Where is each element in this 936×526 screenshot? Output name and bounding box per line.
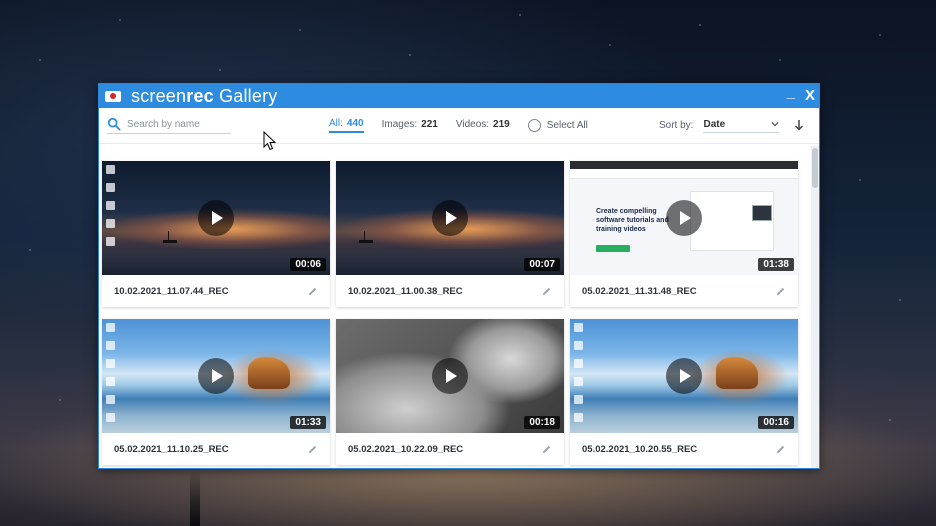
screenrec-logo-icon [105, 90, 121, 102]
recording-name: 05.02.2021_10.20.55_REC [582, 443, 698, 455]
desktop-icons [106, 165, 118, 246]
chevron-down-icon [771, 121, 780, 127]
mouse-cursor-icon [263, 131, 277, 151]
sailboat-silhouette [163, 231, 180, 243]
recording-thumbnail: 00:18 [336, 319, 564, 433]
play-icon[interactable] [432, 200, 468, 236]
desktop-tree-silhouette [190, 470, 200, 526]
toolbar: All: 440 Images: 221 Videos: 219 Select … [99, 108, 819, 144]
desktop-icons [106, 323, 118, 422]
sea-arch-rock [248, 357, 290, 389]
recording-card[interactable]: 01:33 05.02.2021_11.10.25_REC [102, 319, 330, 465]
pencil-icon[interactable] [775, 444, 786, 455]
filter-tabs: All: 440 Images: 221 Videos: 219 Select … [329, 118, 588, 133]
pencil-icon[interactable] [541, 286, 552, 297]
webpage-nav [570, 169, 798, 179]
duration-badge: 00:18 [524, 416, 560, 429]
filter-videos-label: Videos: [455, 119, 490, 130]
select-all-toggle[interactable]: Select All [527, 119, 588, 132]
filter-all[interactable]: All: 440 [329, 118, 364, 133]
recording-name: 05.02.2021_11.31.48_REC [582, 285, 697, 297]
desktop-icons [574, 323, 586, 422]
filter-images[interactable]: Images: 221 [382, 119, 438, 132]
window-title: screenrec Gallery [131, 86, 278, 107]
browser-chrome [570, 161, 798, 169]
scrollbar-track[interactable] [811, 146, 819, 468]
duration-badge: 00:07 [524, 258, 560, 271]
search-icon[interactable] [107, 117, 121, 131]
minimize-button[interactable]: _ [787, 84, 795, 105]
webpage-panel [690, 191, 774, 251]
recording-card[interactable]: 00:18 05.02.2021_10.22.09_REC [336, 319, 564, 465]
title-suffix: Gallery [213, 85, 278, 106]
title-bar[interactable]: screenrec Gallery _ X [99, 84, 819, 108]
search-input[interactable] [127, 118, 227, 130]
sort-control: Sort by: Date [659, 118, 780, 133]
filter-videos[interactable]: Videos: 219 [456, 119, 510, 132]
recording-thumbnail: 00:07 [336, 161, 564, 275]
recording-name: 05.02.2021_10.22.09_REC [348, 443, 464, 455]
sailboat-silhouette [359, 231, 376, 243]
search-box [107, 117, 231, 134]
recording-thumbnail: 01:33 [102, 319, 330, 433]
webpage-heading: Create compelling software tutorials and… [596, 208, 669, 233]
select-all-label: Select All [546, 120, 588, 131]
recording-name: 05.02.2021_11.10.25_REC [114, 443, 229, 455]
duration-badge: 00:06 [290, 258, 326, 271]
recordings-grid: 00:06 10.02.2021_11.07.44_REC 00:07 10.0… [99, 146, 811, 468]
gallery-window: screenrec Gallery _ X All: 440 Images: 2… [98, 83, 820, 469]
sea-arch-rock [716, 357, 758, 389]
play-icon[interactable] [666, 358, 702, 394]
pencil-icon[interactable] [775, 286, 786, 297]
webcam-overlay [752, 205, 772, 221]
duration-badge: 01:38 [758, 258, 794, 271]
pencil-icon[interactable] [307, 286, 318, 297]
sort-label: Sort by: [659, 120, 694, 131]
filter-images-count: 221 [421, 119, 438, 130]
recording-card[interactable]: Create compelling software tutorials and… [570, 161, 798, 307]
sort-direction-arrow-down-icon[interactable] [793, 119, 805, 131]
play-icon[interactable] [432, 358, 468, 394]
filter-videos-count: 219 [493, 119, 510, 130]
select-all-radio[interactable] [527, 119, 541, 132]
recording-card[interactable]: 00:06 10.02.2021_11.07.44_REC [102, 161, 330, 307]
recording-name: 10.02.2021_11.07.44_REC [114, 285, 229, 297]
play-icon[interactable] [198, 200, 234, 236]
recording-thumbnail: 00:06 [102, 161, 330, 275]
pencil-icon[interactable] [541, 444, 552, 455]
sort-value: Date [703, 118, 726, 130]
filter-all-label: All: [329, 118, 343, 129]
play-icon[interactable] [666, 200, 702, 236]
sort-dropdown[interactable]: Date [703, 118, 780, 133]
title-prefix: screen [131, 85, 187, 106]
pencil-icon[interactable] [307, 444, 318, 455]
duration-badge: 01:33 [290, 416, 326, 429]
scrollbar-thumb[interactable] [812, 148, 818, 188]
recording-thumbnail: Create compelling software tutorials and… [570, 161, 798, 275]
title-bold: rec [186, 85, 214, 106]
recording-card[interactable]: 00:07 10.02.2021_11.00.38_REC [336, 161, 564, 307]
duration-badge: 00:16 [758, 416, 794, 429]
recording-name: 10.02.2021_11.00.38_REC [348, 285, 463, 297]
close-button[interactable]: X [805, 84, 815, 108]
filter-all-count: 440 [346, 118, 364, 129]
recording-card[interactable]: 00:16 05.02.2021_10.20.55_REC [570, 319, 798, 465]
play-icon[interactable] [198, 358, 234, 394]
filter-images-label: Images: [381, 119, 418, 130]
recording-thumbnail: 00:16 [570, 319, 798, 433]
webpage-cta-button [596, 245, 630, 252]
